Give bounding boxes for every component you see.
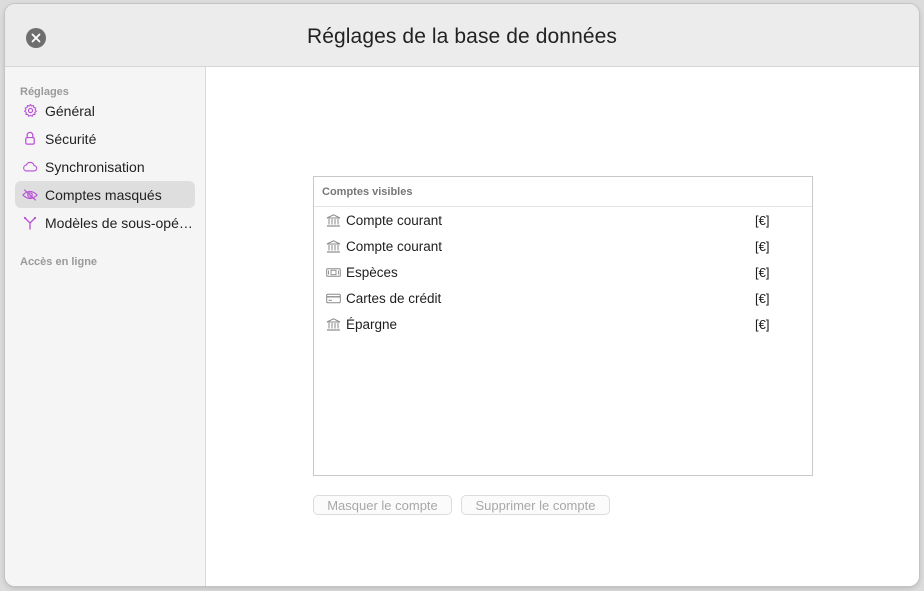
sidebar-item-label: Modèles de sous-opé… bbox=[45, 214, 193, 231]
main-content: Comptes visibles Compte courant [€] Comp… bbox=[206, 67, 919, 586]
account-name: Espèces bbox=[346, 264, 398, 280]
gear-icon bbox=[22, 103, 38, 119]
sidebar-item-label: Synchronisation bbox=[45, 158, 145, 175]
account-row[interactable]: Compte courant [€] bbox=[314, 207, 812, 233]
window-title: Réglages de la base de données bbox=[306, 25, 618, 48]
account-row[interactable]: Épargne [€] bbox=[314, 311, 812, 337]
sidebar-section-online-access: Accès en ligne bbox=[20, 256, 98, 268]
account-name: Compte courant bbox=[346, 238, 443, 254]
bank-icon bbox=[325, 317, 341, 331]
account-row[interactable]: Espèces [€] bbox=[314, 259, 812, 285]
account-currency: [€] bbox=[755, 316, 770, 332]
account-currency: [€] bbox=[755, 238, 770, 254]
cloud-icon bbox=[22, 159, 38, 175]
cash-icon bbox=[325, 265, 341, 279]
credit-card-icon bbox=[325, 291, 341, 305]
title-bar: Réglages de la base de données bbox=[5, 4, 919, 67]
sidebar-item-label: Général bbox=[45, 102, 95, 119]
lock-icon bbox=[22, 131, 38, 147]
account-name: Épargne bbox=[346, 316, 398, 332]
account-name: Cartes de crédit bbox=[346, 290, 442, 306]
account-row[interactable]: Compte courant [€] bbox=[314, 233, 812, 259]
split-icon bbox=[22, 215, 38, 231]
sidebar-item-hidden-accounts[interactable]: Comptes masqués bbox=[15, 181, 195, 208]
sidebar: Réglages Général Sécurité Synchronisatio… bbox=[5, 67, 206, 586]
account-currency: [€] bbox=[755, 264, 770, 280]
sidebar-item-sync[interactable]: Synchronisation bbox=[15, 153, 195, 180]
account-currency: [€] bbox=[755, 212, 770, 228]
sidebar-item-general[interactable]: Général bbox=[15, 97, 195, 124]
bank-icon bbox=[325, 213, 341, 227]
eye-slash-icon bbox=[22, 187, 38, 203]
sidebar-item-split-templates[interactable]: Modèles de sous-opé… bbox=[15, 209, 195, 236]
settings-window: Réglages de la base de données Réglages … bbox=[5, 4, 919, 586]
account-currency: [€] bbox=[755, 290, 770, 306]
bank-icon bbox=[325, 239, 341, 253]
sidebar-item-label: Sécurité bbox=[45, 130, 97, 147]
account-row[interactable]: Cartes de crédit [€] bbox=[314, 285, 812, 311]
account-name: Compte courant bbox=[346, 212, 443, 228]
hide-account-button[interactable]: Masquer le compte bbox=[313, 495, 452, 515]
visible-accounts-list: Comptes visibles Compte courant [€] Comp… bbox=[313, 176, 813, 476]
sidebar-item-label: Comptes masqués bbox=[45, 186, 162, 203]
list-header: Comptes visibles bbox=[314, 177, 812, 207]
delete-account-button[interactable]: Supprimer le compte bbox=[461, 495, 610, 515]
sidebar-item-security[interactable]: Sécurité bbox=[15, 125, 195, 152]
